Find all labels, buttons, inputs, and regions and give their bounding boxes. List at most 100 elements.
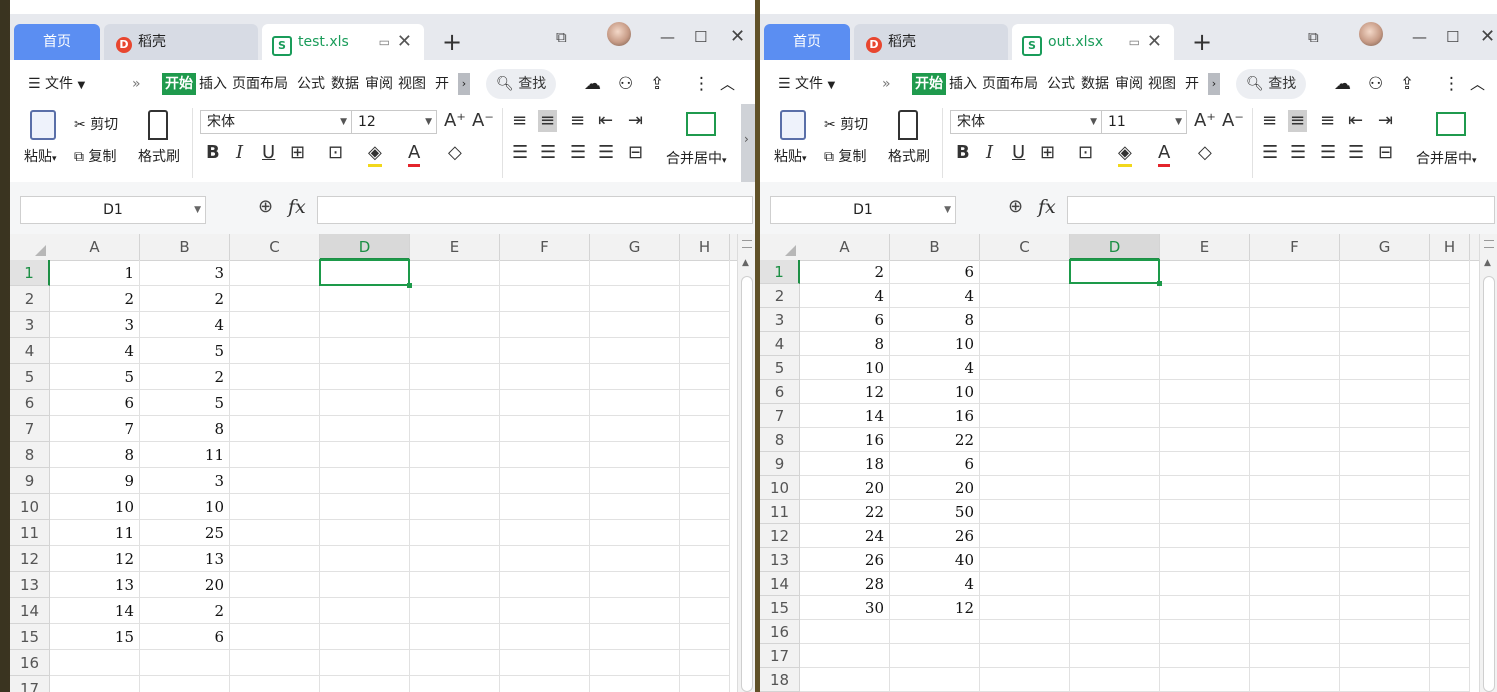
cell-d15[interactable]	[320, 624, 410, 650]
font-family-select[interactable]: 宋体 ▼	[200, 110, 352, 134]
cell-h10[interactable]	[680, 494, 730, 520]
cell-b10[interactable]: 20	[890, 476, 980, 500]
cell-c5[interactable]	[980, 356, 1070, 380]
row-header-4[interactable]: 4	[760, 332, 800, 356]
font-color-icon[interactable]: A	[1158, 142, 1171, 167]
cell-g10[interactable]	[1340, 476, 1430, 500]
cell-b10[interactable]: 10	[140, 494, 230, 520]
cell-e5[interactable]	[1160, 356, 1250, 380]
new-tab-button[interactable]: +	[1192, 24, 1212, 60]
align-top-icon[interactable]: ≡	[512, 110, 527, 132]
cell-c6[interactable]	[980, 380, 1070, 404]
more-icon[interactable]: »	[132, 73, 141, 95]
cell-e11[interactable]	[1160, 500, 1250, 524]
cell-h3[interactable]	[680, 312, 730, 338]
cell-d6[interactable]	[1070, 380, 1160, 404]
cell-d16[interactable]	[1070, 620, 1160, 644]
cell-b15[interactable]: 12	[890, 596, 980, 620]
cell-f13[interactable]	[1250, 548, 1340, 572]
minimize-icon[interactable]: —	[660, 24, 675, 50]
cell-a18[interactable]	[800, 668, 890, 692]
vertical-scrollbar[interactable]: ▲	[1479, 234, 1497, 692]
row-header-9[interactable]: 9	[760, 452, 800, 476]
cell-b12[interactable]: 13	[140, 546, 230, 572]
cell-e3[interactable]	[1160, 308, 1250, 332]
fx-icon[interactable]: fx	[1038, 196, 1056, 218]
paste-icon[interactable]	[30, 110, 56, 140]
cell-g5[interactable]	[1340, 356, 1430, 380]
cell-c1[interactable]	[230, 260, 320, 286]
cell-d11[interactable]	[1070, 500, 1160, 524]
cell-f3[interactable]	[500, 312, 590, 338]
cell-g14[interactable]	[590, 598, 680, 624]
name-box[interactable]: D1 ▼	[20, 196, 206, 224]
menu-formula[interactable]: 公式	[1047, 73, 1075, 95]
cell-c11[interactable]	[980, 500, 1070, 524]
cell-a9[interactable]: 18	[800, 452, 890, 476]
decrease-indent-icon[interactable]: ⇤	[598, 110, 613, 132]
cell-c2[interactable]	[230, 286, 320, 312]
row-header-17[interactable]: 17	[760, 644, 800, 668]
cell-e8[interactable]	[410, 442, 500, 468]
cell-a7[interactable]: 14	[800, 404, 890, 428]
sheet-grid[interactable]: A B C D E F G H 1 2 6 2 4 4 3 6 8 4 8 10 5 10 4 6 12 10 7 14 16 8 16 22…	[760, 234, 1497, 692]
cell-e18[interactable]	[1160, 668, 1250, 692]
cell-f2[interactable]	[1250, 284, 1340, 308]
column-header-b[interactable]: B	[890, 234, 980, 260]
increase-indent-icon[interactable]: ⇥	[1378, 110, 1393, 132]
menu-scroll-right-icon[interactable]: ›	[1208, 73, 1220, 95]
file-menu[interactable]: ☰ 文件 ▼	[28, 73, 85, 95]
cell-g7[interactable]	[1340, 404, 1430, 428]
cell-c4[interactable]	[980, 332, 1070, 356]
cell-e4[interactable]	[410, 338, 500, 364]
column-header-h[interactable]: H	[680, 234, 730, 260]
new-tab-button[interactable]: +	[442, 24, 462, 60]
cell-c10[interactable]	[980, 476, 1070, 500]
sheet-grid[interactable]: A B C D E F G H 1 1 3 2 2 2 3 3 4 4 4 5 5 5 2 6 6 5 7 7 8 8 8 11 9 9 3 10 10…	[10, 234, 755, 692]
cell-b13[interactable]: 20	[140, 572, 230, 598]
cell-e12[interactable]	[1160, 524, 1250, 548]
copy-button[interactable]: ⧉ 复制	[824, 146, 866, 166]
align-left-icon[interactable]: ☰	[512, 142, 528, 164]
scroll-thumb[interactable]	[1483, 276, 1495, 692]
row-header-10[interactable]: 10	[760, 476, 800, 500]
cell-f1[interactable]	[500, 260, 590, 286]
align-center-icon[interactable]: ☰	[540, 142, 556, 164]
cell-d13[interactable]	[1070, 548, 1160, 572]
menu-formula[interactable]: 公式	[297, 73, 325, 95]
cell-a9[interactable]: 9	[50, 468, 140, 494]
menu-data[interactable]: 数据	[331, 73, 359, 95]
menu-scroll-right-icon[interactable]: ›	[458, 73, 470, 95]
cell-g1[interactable]	[590, 260, 680, 286]
cell-h10[interactable]	[1430, 476, 1470, 500]
formula-input[interactable]	[1067, 196, 1495, 224]
maximize-icon[interactable]: ☐	[1446, 24, 1459, 50]
cell-c15[interactable]	[230, 624, 320, 650]
cell-f8[interactable]	[1250, 428, 1340, 452]
cell-f9[interactable]	[500, 468, 590, 494]
cell-h12[interactable]	[680, 546, 730, 572]
cell-b5[interactable]: 4	[890, 356, 980, 380]
row-header-1[interactable]: 1	[760, 260, 800, 284]
cell-b3[interactable]: 4	[140, 312, 230, 338]
cell-b14[interactable]: 4	[890, 572, 980, 596]
cell-g6[interactable]	[1340, 380, 1430, 404]
more-options-icon[interactable]: ⋮	[693, 73, 710, 95]
cell-h7[interactable]	[680, 416, 730, 442]
cell-g12[interactable]	[590, 546, 680, 572]
cell-e7[interactable]	[1160, 404, 1250, 428]
cell-c2[interactable]	[980, 284, 1070, 308]
cell-g18[interactable]	[1340, 668, 1430, 692]
row-header-12[interactable]: 12	[10, 546, 50, 572]
menu-data[interactable]: 数据	[1081, 73, 1109, 95]
cell-c15[interactable]	[980, 596, 1070, 620]
cell-d8[interactable]	[1070, 428, 1160, 452]
cell-d8[interactable]	[320, 442, 410, 468]
vertical-scrollbar[interactable]: ▲	[737, 234, 755, 692]
cell-c3[interactable]	[230, 312, 320, 338]
cell-c7[interactable]	[980, 404, 1070, 428]
merge-center-icon[interactable]	[686, 112, 716, 136]
cell-c6[interactable]	[230, 390, 320, 416]
cell-h13[interactable]	[680, 572, 730, 598]
cell-c13[interactable]	[230, 572, 320, 598]
